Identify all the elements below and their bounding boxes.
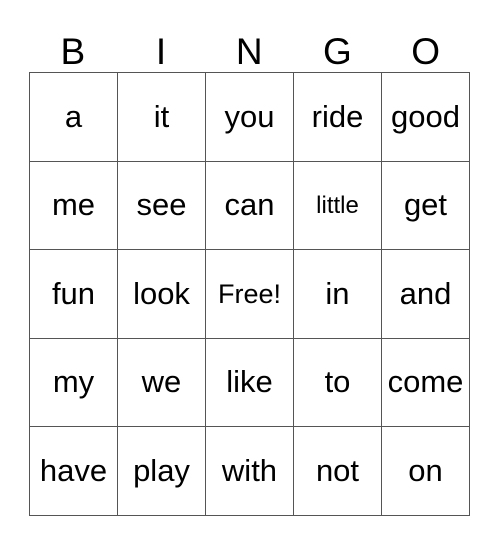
bingo-row: my we like to come bbox=[30, 338, 470, 428]
bingo-cell-label: not bbox=[315, 452, 360, 488]
bingo-cell[interactable]: in bbox=[294, 250, 382, 339]
bingo-cell[interactable]: you bbox=[206, 73, 294, 162]
bingo-cell-label: come bbox=[387, 364, 464, 400]
bingo-cell-label: ride bbox=[311, 98, 364, 134]
bingo-cell-label: you bbox=[224, 98, 275, 134]
bingo-cell[interactable]: and bbox=[382, 250, 470, 339]
bingo-row: me see can little get bbox=[30, 161, 470, 251]
bingo-cell[interactable]: like bbox=[206, 338, 294, 428]
bingo-cell-label: have bbox=[39, 452, 108, 488]
bingo-cell-label: can bbox=[224, 187, 275, 223]
bingo-header-letter-n: N bbox=[235, 31, 264, 72]
bingo-cell[interactable]: with bbox=[206, 427, 294, 516]
bingo-cell[interactable]: good bbox=[382, 73, 470, 162]
bingo-cell-label: it bbox=[153, 98, 170, 134]
bingo-cell-label: my bbox=[52, 364, 95, 400]
bingo-row: have play with not on bbox=[30, 427, 470, 516]
bingo-cell-label: fun bbox=[51, 275, 96, 311]
bingo-row: fun look Free! in and bbox=[30, 250, 470, 339]
bingo-cell-label: in bbox=[325, 275, 350, 311]
bingo-cell[interactable]: can bbox=[206, 161, 294, 251]
bingo-cell[interactable]: to bbox=[294, 338, 382, 428]
bingo-cell[interactable]: not bbox=[294, 427, 382, 516]
bingo-cell[interactable]: get bbox=[382, 161, 470, 251]
bingo-cell[interactable]: see bbox=[118, 161, 206, 251]
bingo-header-letter-b: B bbox=[60, 31, 86, 72]
bingo-cell-label: a bbox=[64, 98, 83, 134]
bingo-row: a it you ride good bbox=[30, 73, 470, 162]
bingo-cell[interactable]: come bbox=[382, 338, 470, 428]
bingo-cell-label: see bbox=[136, 187, 187, 223]
bingo-cell-label: and bbox=[399, 275, 452, 311]
bingo-cell[interactable]: ride bbox=[294, 73, 382, 162]
bingo-cell[interactable]: play bbox=[118, 427, 206, 516]
bingo-cell-label: little bbox=[316, 191, 359, 219]
bingo-cell[interactable]: little bbox=[294, 161, 382, 251]
bingo-card: B I N G O a it you ride good me see can … bbox=[0, 0, 500, 544]
bingo-cell[interactable]: it bbox=[118, 73, 206, 162]
bingo-cell[interactable]: a bbox=[30, 73, 118, 162]
bingo-cell-label: good bbox=[391, 98, 460, 134]
bingo-grid: a it you ride good me see can little get… bbox=[29, 72, 470, 516]
bingo-cell[interactable]: on bbox=[382, 427, 470, 516]
bingo-cell-label: look bbox=[133, 275, 190, 311]
bingo-cell-label: me bbox=[51, 187, 96, 223]
bingo-cell-label: to bbox=[324, 364, 351, 400]
bingo-cell-label: like bbox=[226, 364, 273, 400]
bingo-header-letter-o: O bbox=[411, 31, 441, 72]
bingo-cell-label: we bbox=[141, 364, 182, 400]
bingo-cell-label: on bbox=[408, 452, 443, 488]
bingo-cell-label: with bbox=[221, 452, 278, 488]
bingo-cell[interactable]: fun bbox=[30, 250, 118, 339]
bingo-cell[interactable]: have bbox=[30, 427, 118, 516]
bingo-cell-label: play bbox=[133, 452, 190, 488]
bingo-cell[interactable]: me bbox=[30, 161, 118, 251]
bingo-cell[interactable]: look bbox=[118, 250, 206, 339]
bingo-header-row: B I N G O bbox=[29, 18, 470, 72]
bingo-header-letter-i: I bbox=[155, 31, 167, 72]
bingo-cell[interactable]: my bbox=[30, 338, 118, 428]
bingo-free-space-cell[interactable]: Free! bbox=[206, 250, 294, 339]
bingo-cell-label: get bbox=[403, 187, 448, 223]
bingo-header-letter-g: G bbox=[323, 31, 353, 72]
bingo-cell[interactable]: we bbox=[118, 338, 206, 428]
bingo-free-space-label: Free! bbox=[217, 278, 282, 309]
